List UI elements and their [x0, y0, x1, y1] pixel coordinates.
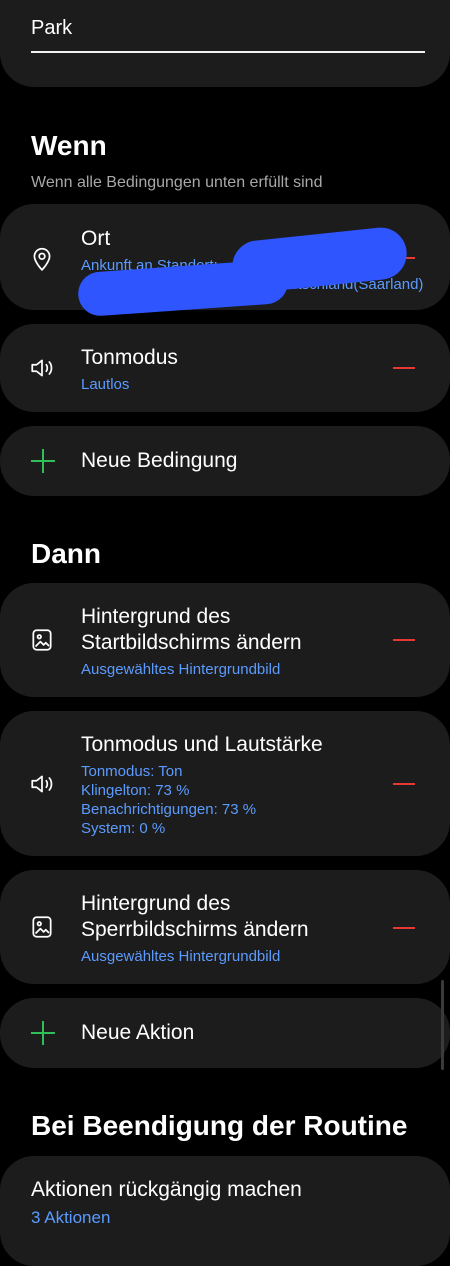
add-action-button[interactable]: Neue Aktion — [0, 998, 450, 1068]
action-sound-volume[interactable]: Tonmodus und Lautstärke Tonmodus: Ton Kl… — [0, 711, 450, 856]
input-underline — [31, 51, 425, 53]
routine-name-card[interactable]: Park — [0, 0, 450, 87]
image-icon — [29, 627, 55, 653]
add-action-label: Neue Aktion — [81, 1021, 195, 1044]
plus-icon — [31, 1021, 55, 1045]
condition-title: Ort — [81, 227, 111, 250]
when-subtitle: Wenn alle Bedingungen unten erfüllt sind — [31, 174, 323, 191]
add-condition-label: Neue Bedingung — [81, 449, 238, 472]
undo-actions-title: Aktionen rückgängig machen — [31, 1178, 302, 1201]
when-heading: Wenn — [31, 130, 107, 161]
condition-detail: Lautlos — [81, 376, 130, 393]
undo-actions-count: 3 Aktionen — [31, 1208, 111, 1227]
action-title: Hintergrund des — [81, 605, 231, 628]
remove-action-button[interactable] — [393, 639, 415, 641]
remove-action-button[interactable] — [393, 783, 415, 785]
action-title: Tonmodus und Lautstärke — [81, 733, 323, 756]
location-pin-icon — [29, 246, 55, 272]
plus-icon — [31, 449, 55, 473]
condition-sound-mode[interactable]: Tonmodus Lautlos — [0, 324, 450, 412]
add-condition-button[interactable]: Neue Bedingung — [0, 426, 450, 496]
then-heading: Dann — [31, 538, 101, 569]
action-detail: Tonmodus: Ton — [81, 763, 183, 780]
action-detail: Ausgewähltes Hintergrundbild — [81, 948, 281, 965]
speaker-icon — [29, 355, 55, 381]
action-detail: Klingelton: 73 % — [81, 782, 190, 799]
scrollbar[interactable] — [441, 980, 444, 1070]
action-detail: System: 0 % — [81, 820, 166, 837]
action-title: Hintergrund des — [81, 892, 231, 915]
remove-condition-button[interactable] — [393, 367, 415, 369]
action-title: Startbildschirms ändern — [81, 631, 302, 654]
action-detail: Ausgewähltes Hintergrundbild — [81, 661, 281, 678]
action-lock-wallpaper[interactable]: Hintergrund des Sperrbildschirms ändern … — [0, 870, 450, 984]
condition-title: Tonmodus — [81, 346, 178, 369]
undo-actions-card[interactable]: Aktionen rückgängig machen 3 Aktionen — [0, 1156, 450, 1266]
image-icon — [29, 914, 55, 940]
on-end-heading: Bei Beendigung der Routine — [31, 1110, 408, 1141]
speaker-icon — [29, 771, 55, 797]
action-home-wallpaper[interactable]: Hintergrund des Startbildschirms ändern … — [0, 583, 450, 697]
action-detail: Benachrichtigungen: 73 % — [81, 801, 257, 818]
condition-location[interactable]: Ort Ankunft an Standort: Deutschland(Saa… — [0, 204, 450, 318]
routine-name-input[interactable]: Park — [31, 17, 72, 40]
action-title: Sperrbildschirms ändern — [81, 918, 309, 941]
remove-action-button[interactable] — [393, 927, 415, 929]
